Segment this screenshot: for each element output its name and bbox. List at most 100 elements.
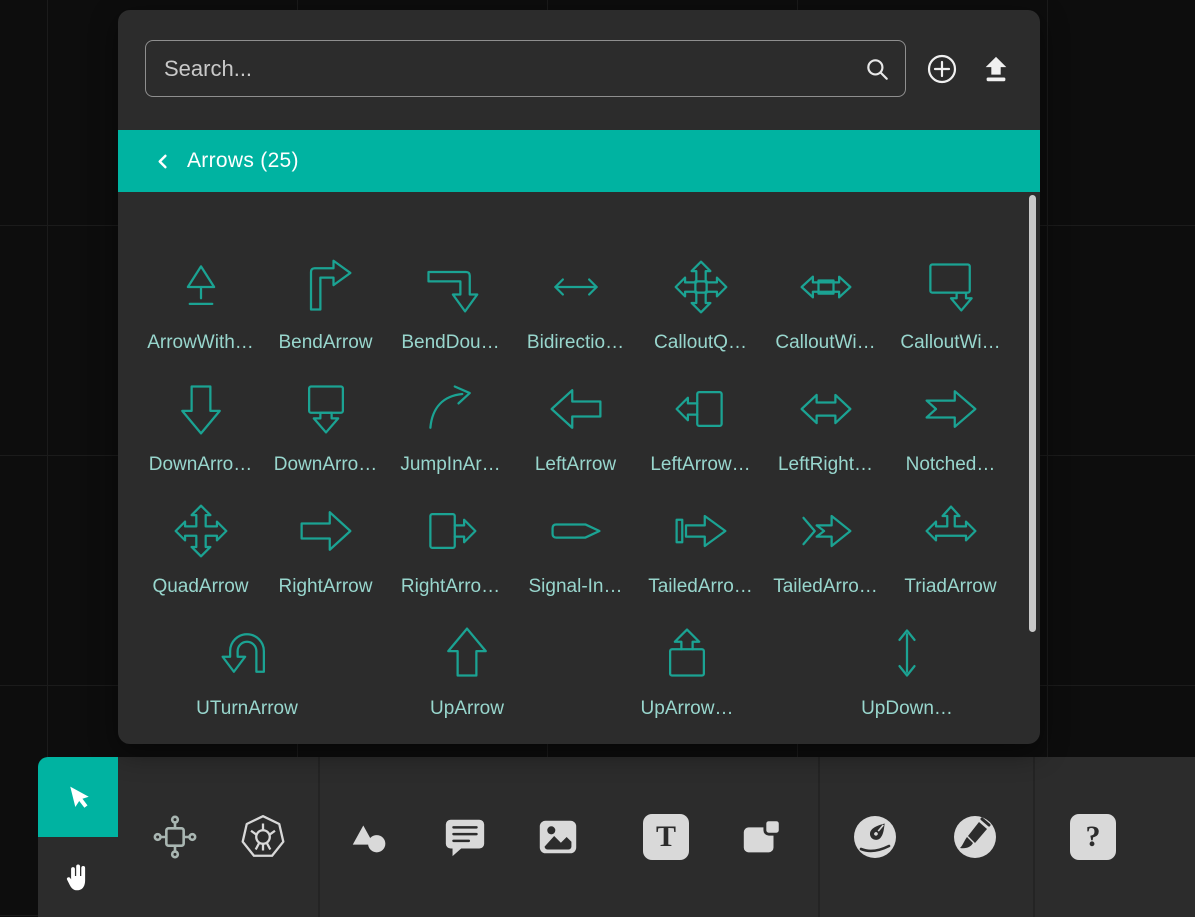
shape-label: TailedArro… (773, 576, 878, 598)
help-button[interactable]: ? (1069, 813, 1117, 861)
shape-grid-row: UTurnArrow UpArrow UpArrow… UpDown… (137, 614, 1040, 720)
shape-item[interactable]: UTurnArrow (137, 614, 357, 720)
back-chevron-icon[interactable] (155, 153, 172, 170)
shape-item[interactable]: LeftRight… (763, 370, 888, 476)
shape-item[interactable]: DownArro… (138, 370, 263, 476)
shape-item[interactable]: TriadArrow (888, 492, 1013, 598)
shape-item[interactable]: BendDou… (388, 248, 513, 354)
shape-label: LeftArrow (535, 454, 616, 476)
comment-icon (442, 814, 488, 860)
shape-item[interactable]: ArrowWith… (138, 248, 263, 354)
shape-label: CalloutWi… (775, 332, 875, 354)
arrow-with-base-icon (171, 257, 231, 317)
scrollbar-thumb[interactable] (1029, 195, 1036, 632)
shape-item[interactable]: DownArro… (263, 370, 388, 476)
left-arrow-icon (546, 379, 606, 439)
shape-label: CalloutQ… (654, 332, 747, 354)
up-arrow-icon (437, 623, 497, 683)
shape-label: CalloutWi… (900, 332, 1000, 354)
shape-item[interactable]: UpArrow… (577, 614, 797, 720)
signal-in-icon (546, 501, 606, 561)
image-icon (535, 814, 581, 860)
shape-label: Bidirectio… (527, 332, 624, 354)
left-arrow-callout-icon (671, 379, 731, 439)
shape-label: BendArrow (279, 332, 373, 354)
shape-item[interactable]: UpDown… (797, 614, 1017, 720)
shape-item[interactable]: QuadArrow (138, 492, 263, 598)
hand-tool-button[interactable] (38, 837, 118, 917)
kubernetes-helm-icon (238, 812, 288, 862)
down-arrow-callout-icon (296, 379, 356, 439)
callout-left-right-arrow-icon (796, 257, 856, 317)
pen-icon (851, 813, 899, 861)
shape-grid-row: ArrowWith… BendArrow BendDou… Bidirectio… Ca… (138, 248, 1040, 354)
shape-item[interactable]: LeftArrow… (638, 370, 763, 476)
shape-label: QuadArrow (152, 576, 248, 598)
pointer-icon (62, 781, 94, 813)
sticky-note-tool-button[interactable] (738, 813, 786, 861)
right-arrow-icon (296, 501, 356, 561)
plus-circle-icon (926, 53, 958, 85)
shape-item[interactable]: Signal-In… (513, 492, 638, 598)
bend-double-arrow-icon (421, 257, 481, 317)
toolbar-separator (318, 757, 320, 917)
callout-down-right-arrow-icon (921, 257, 981, 317)
panel-header (118, 10, 1040, 97)
shape-item[interactable]: LeftArrow (513, 370, 638, 476)
node-graph-tool-button[interactable] (151, 813, 199, 861)
shape-item[interactable]: BendArrow (263, 248, 388, 354)
add-shape-button[interactable] (924, 51, 960, 87)
shape-item[interactable]: RightArrow (263, 492, 388, 598)
shape-item[interactable]: CalloutWi… (763, 248, 888, 354)
text-tool-button[interactable]: T (642, 813, 690, 861)
shape-label: UTurnArrow (196, 698, 298, 720)
triad-arrow-icon (921, 501, 981, 561)
shape-label: UpArrow… (641, 698, 734, 720)
shape-item[interactable]: TailedArro… (763, 492, 888, 598)
shape-grid-row: QuadArrow RightArrow RightArro… Signal-In… T… (138, 492, 1040, 598)
kubernetes-tool-button[interactable] (239, 813, 287, 861)
shape-item[interactable]: CalloutQ… (638, 248, 763, 354)
pen-tool-button[interactable] (851, 813, 899, 861)
toolbar-separator (1033, 757, 1035, 917)
shape-label: RightArro… (401, 576, 500, 598)
shape-label: Signal-In… (529, 576, 623, 598)
brush-tool-button[interactable] (951, 813, 999, 861)
shape-item[interactable]: Notched… (888, 370, 1013, 476)
upload-button[interactable] (978, 51, 1014, 87)
brush-icon (951, 813, 999, 861)
left-tool-group (38, 757, 118, 917)
shape-item[interactable]: Bidirectio… (513, 248, 638, 354)
category-title: Arrows (25) (187, 149, 299, 173)
comment-tool-button[interactable] (441, 813, 489, 861)
shape-label: DownArro… (274, 454, 377, 476)
shape-label: TailedArro… (648, 576, 753, 598)
down-arrow-icon (171, 379, 231, 439)
shape-item[interactable]: UpArrow (357, 614, 577, 720)
jump-in-arrow-icon (421, 379, 481, 439)
left-right-arrow-icon (796, 379, 856, 439)
image-tool-button[interactable] (534, 813, 582, 861)
shape-item[interactable]: TailedArro… (638, 492, 763, 598)
shape-label: ArrowWith… (147, 332, 254, 354)
shape-grid-row: DownArro… DownArro… JumpInAr… LeftArrow Left… (138, 370, 1040, 476)
pointer-tool-button[interactable] (38, 757, 118, 837)
shape-item[interactable]: JumpInAr… (388, 370, 513, 476)
category-header[interactable]: Arrows (25) (118, 130, 1040, 192)
search-box (145, 40, 906, 97)
shape-library-panel: Arrows (25) ArrowWith… BendArrow BendDou… B… (118, 10, 1040, 744)
shape-label: BendDou… (401, 332, 499, 354)
bend-arrow-icon (296, 257, 356, 317)
quad-arrow-icon (171, 501, 231, 561)
shape-item[interactable]: RightArro… (388, 492, 513, 598)
callout-quad-arrow-icon (671, 257, 731, 317)
shape-label: DownArro… (149, 454, 252, 476)
search-input[interactable] (145, 40, 906, 97)
shape-label: LeftArrow… (650, 454, 750, 476)
tailed-arrow-icon (671, 501, 731, 561)
shape-label: Notched… (906, 454, 996, 476)
shape-item[interactable]: CalloutWi… (888, 248, 1013, 354)
node-graph-icon (149, 811, 201, 863)
upload-icon (981, 54, 1011, 84)
shapes-tool-button[interactable] (346, 813, 394, 861)
